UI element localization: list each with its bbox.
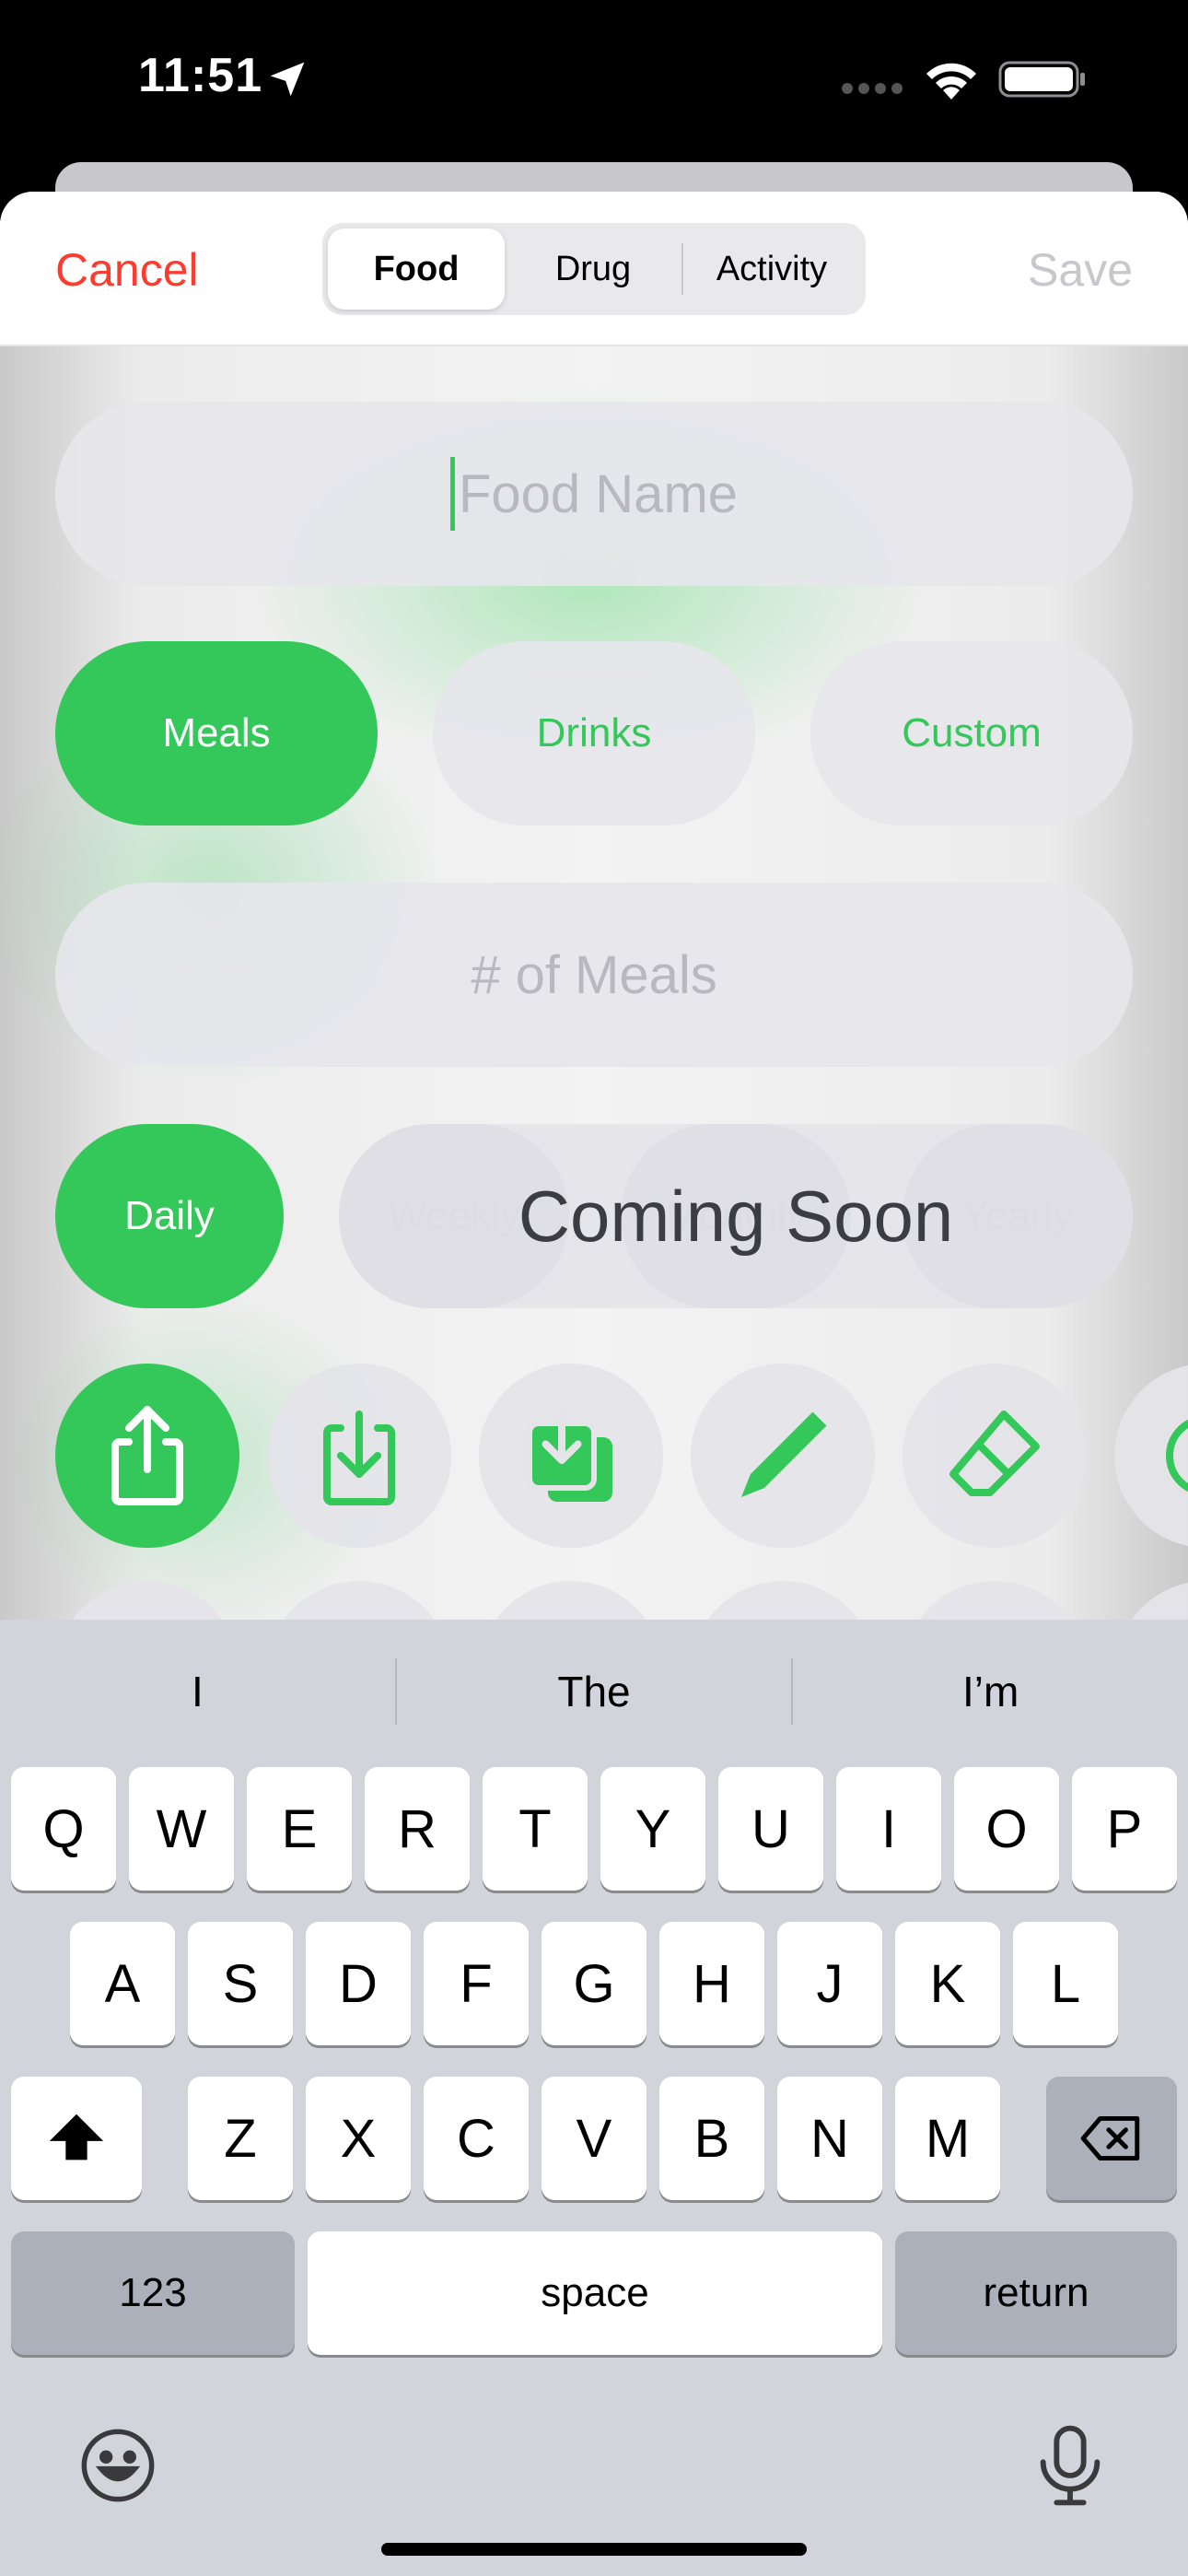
prediction-2[interactable]: The: [397, 1667, 792, 1716]
key-k[interactable]: K: [895, 1922, 1000, 2045]
coming-soon-label: Coming Soon: [518, 1175, 954, 1257]
meal-count-input[interactable]: # of Meals: [55, 883, 1133, 1067]
home-indicator[interactable]: [381, 2543, 807, 2556]
food-name-placeholder: Food Name: [458, 463, 739, 524]
shift-icon: [49, 2113, 104, 2160]
key-e[interactable]: E: [247, 1767, 352, 1891]
pencil-icon: [741, 1411, 827, 1497]
emoji-icon[interactable]: [77, 2425, 158, 2506]
numbers-key[interactable]: 123: [11, 2231, 295, 2355]
more-action-button[interactable]: [1114, 1364, 1188, 1548]
key-l[interactable]: L: [1013, 1922, 1118, 2045]
key-b[interactable]: B: [659, 2077, 764, 2200]
key-m[interactable]: M: [895, 2077, 1000, 2200]
save-button[interactable]: Save: [1028, 243, 1133, 297]
share-button[interactable]: [55, 1364, 239, 1548]
key-j[interactable]: J: [777, 1922, 882, 2045]
delete-icon: [1080, 2115, 1140, 2161]
nav-bar: Cancel Food Drug Activity Save: [0, 192, 1188, 346]
key-o[interactable]: O: [954, 1767, 1059, 1891]
delete-key[interactable]: [1046, 2077, 1177, 2200]
key-v[interactable]: V: [542, 2077, 646, 2200]
category-meals-button[interactable]: Meals: [55, 641, 378, 825]
battery-icon: [998, 61, 1085, 98]
import-icon: [323, 1411, 395, 1505]
location-arrow-icon: [270, 62, 305, 97]
key-w[interactable]: W: [129, 1767, 234, 1891]
segment-activity[interactable]: Activity: [683, 228, 860, 310]
key-q[interactable]: Q: [11, 1767, 116, 1891]
microphone-icon[interactable]: [1030, 2421, 1111, 2510]
segment-food[interactable]: Food: [328, 228, 505, 310]
key-c[interactable]: C: [424, 2077, 529, 2200]
cellular-signal-icon: [842, 83, 903, 94]
key-x[interactable]: X: [306, 2077, 411, 2200]
keyboard: I The I’m Q W E R T Y U I O P A S D F G …: [0, 1620, 1188, 2576]
shift-key[interactable]: [11, 2077, 142, 2200]
wifi-icon: [926, 63, 976, 100]
eraser-icon: [949, 1411, 1040, 1496]
key-f[interactable]: F: [424, 1922, 529, 2045]
category-selector: Meals Drinks Custom: [55, 641, 1133, 825]
text-caret: [449, 457, 455, 531]
status-bar: 11:51: [0, 0, 1188, 184]
key-t[interactable]: T: [483, 1767, 588, 1891]
import-stack-icon: [527, 1406, 612, 1502]
prediction-3[interactable]: I’m: [793, 1667, 1188, 1716]
partial-circle-icon: [1166, 1419, 1188, 1493]
status-time: 11:51: [138, 49, 263, 102]
food-name-input[interactable]: Food Name: [55, 402, 1133, 586]
key-a[interactable]: A: [70, 1922, 175, 2045]
action-icon-row: [55, 1364, 1188, 1548]
key-n[interactable]: N: [777, 2077, 882, 2200]
type-segmented-control: Food Drug Activity: [322, 223, 866, 315]
frequency-daily-button[interactable]: Daily: [55, 1124, 284, 1308]
key-h[interactable]: H: [659, 1922, 764, 2045]
predictive-text-bar: I The I’m: [0, 1620, 1188, 1763]
key-u[interactable]: U: [718, 1767, 823, 1891]
key-i[interactable]: I: [836, 1767, 941, 1891]
edit-button[interactable]: [691, 1364, 875, 1548]
prediction-1[interactable]: I: [0, 1667, 395, 1716]
key-y[interactable]: Y: [600, 1767, 705, 1891]
space-key[interactable]: space: [308, 2231, 882, 2355]
category-drinks-button[interactable]: Drinks: [433, 641, 755, 825]
key-s[interactable]: S: [188, 1922, 293, 2045]
import-button[interactable]: [267, 1364, 451, 1548]
share-icon: [111, 1406, 183, 1505]
category-custom-button[interactable]: Custom: [810, 641, 1133, 825]
import-stack-button[interactable]: [479, 1364, 663, 1548]
key-z[interactable]: Z: [188, 2077, 293, 2200]
key-p[interactable]: P: [1072, 1767, 1177, 1891]
erase-button[interactable]: [903, 1364, 1087, 1548]
cancel-button[interactable]: Cancel: [55, 243, 199, 297]
key-d[interactable]: D: [306, 1922, 411, 2045]
key-r[interactable]: R: [365, 1767, 470, 1891]
key-g[interactable]: G: [542, 1922, 646, 2045]
return-key[interactable]: return: [895, 2231, 1177, 2355]
segment-drug[interactable]: Drug: [505, 228, 681, 310]
